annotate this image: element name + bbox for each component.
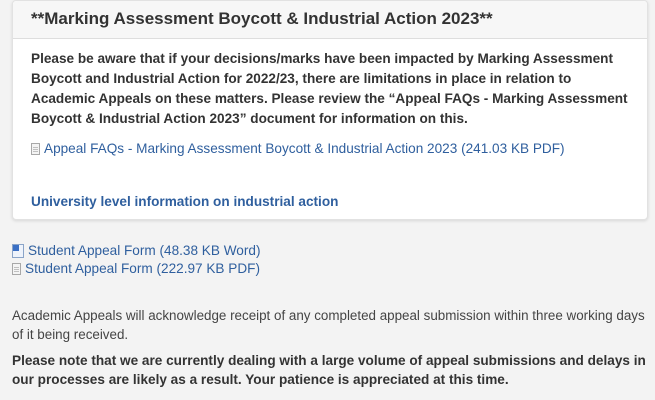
student-appeal-form-word-label: Student Appeal Form (48.38 KB Word) xyxy=(28,243,261,258)
pdf-doc-icon xyxy=(31,142,40,155)
university-industrial-action-link[interactable]: University level information on industri… xyxy=(31,194,338,209)
student-appeal-form-word-link[interactable]: Student Appeal Form (48.38 KB Word) xyxy=(12,242,260,260)
student-appeal-form-pdf-link[interactable]: Student Appeal Form (222.97 KB PDF) xyxy=(12,260,260,278)
volume-notice: Please note that we are currently dealin… xyxy=(12,353,646,387)
panel-title: **Marking Assessment Boycott & Industria… xyxy=(13,1,647,39)
word-doc-icon xyxy=(12,244,24,258)
industrial-action-panel: **Marking Assessment Boycott & Industria… xyxy=(12,0,648,220)
marking-boycott-notice: Please be aware that if your decisions/m… xyxy=(31,51,628,126)
pdf-doc-icon xyxy=(12,263,21,275)
panel-body: Please be aware that if your decisions/m… xyxy=(13,39,647,156)
appeal-form-downloads: Student Appeal Form (48.38 KB Word) Stud… xyxy=(12,242,260,278)
acknowledgement-text: Academic Appeals will acknowledge receip… xyxy=(12,308,645,342)
appeal-faqs-link[interactable]: Appeal FAQs - Marking Assessment Boycott… xyxy=(31,141,629,156)
student-appeal-form-pdf-label: Student Appeal Form (222.97 KB PDF) xyxy=(25,261,260,276)
appeal-faqs-link-label: Appeal FAQs - Marking Assessment Boycott… xyxy=(44,141,565,156)
